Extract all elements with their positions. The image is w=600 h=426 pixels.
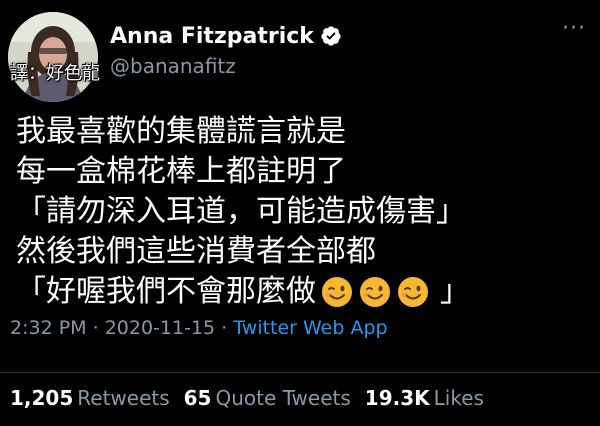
winking-face-emoji <box>358 275 392 309</box>
meta-separator: · <box>221 317 228 339</box>
tweet-meta: 2:32 PM · 2020-11-15 · Twitter Web App <box>10 317 388 339</box>
likes-count: 19.3K <box>364 386 430 410</box>
quote-tweets-label: Quote Tweets <box>215 386 351 410</box>
author-header[interactable]: Anna Fitzpatrick <box>110 20 342 52</box>
translator-watermark: 譯：好色龍 <box>10 63 100 84</box>
tweet-line-2: 每一盒棉花棒上都註明了 <box>16 154 346 189</box>
tweet-text: 我最喜歡的集體謊言就是 每一盒棉花棒上都註明了 「請勿深入耳道，可能造成傷害」 … <box>16 112 594 312</box>
profile-avatar[interactable] <box>8 12 98 102</box>
meta-separator: · <box>92 317 99 339</box>
retweets-label: Retweets <box>77 386 170 410</box>
tweet-time[interactable]: 2:32 PM <box>10 317 87 339</box>
quote-tweets-stat[interactable]: 65 Quote Tweets <box>184 386 351 410</box>
verified-badge-icon <box>321 26 341 46</box>
tweet-line-5: 「好喔我們不會那麼做 」 <box>16 272 594 312</box>
more-options-icon[interactable]: ··· <box>562 18 586 40</box>
retweets-stat[interactable]: 1,205 Retweets <box>10 386 170 410</box>
tweet-source-link[interactable]: Twitter Web App <box>233 317 387 339</box>
winking-face-emoji <box>320 275 354 309</box>
retweets-count: 1,205 <box>10 386 74 410</box>
tweet-line-3: 「請勿深入耳道，可能造成傷害」 <box>16 194 466 229</box>
tweet-date[interactable]: 2020-11-15 <box>105 317 215 339</box>
avatar-image <box>8 12 98 102</box>
likes-stat[interactable]: 19.3K Likes <box>365 386 484 410</box>
quote-tweets-count: 65 <box>183 386 212 410</box>
divider <box>0 372 600 373</box>
tweet-stats: 1,205 Retweets 65 Quote Tweets 19.3K Likes <box>10 386 498 410</box>
author-handle[interactable]: @bananafitz <box>110 54 236 78</box>
tweet-line-1: 我最喜歡的集體謊言就是 <box>16 114 346 149</box>
tweet-line-5-close: 」 <box>440 274 470 309</box>
likes-label: Likes <box>433 386 484 410</box>
tweet-line-4: 然後我們這些消費者全部都 <box>16 234 376 269</box>
tweet-line-5-text: 「好喔我們不會那麼做 <box>16 274 316 309</box>
winking-face-emoji <box>396 275 430 309</box>
author-display-name[interactable]: Anna Fitzpatrick <box>110 24 314 49</box>
